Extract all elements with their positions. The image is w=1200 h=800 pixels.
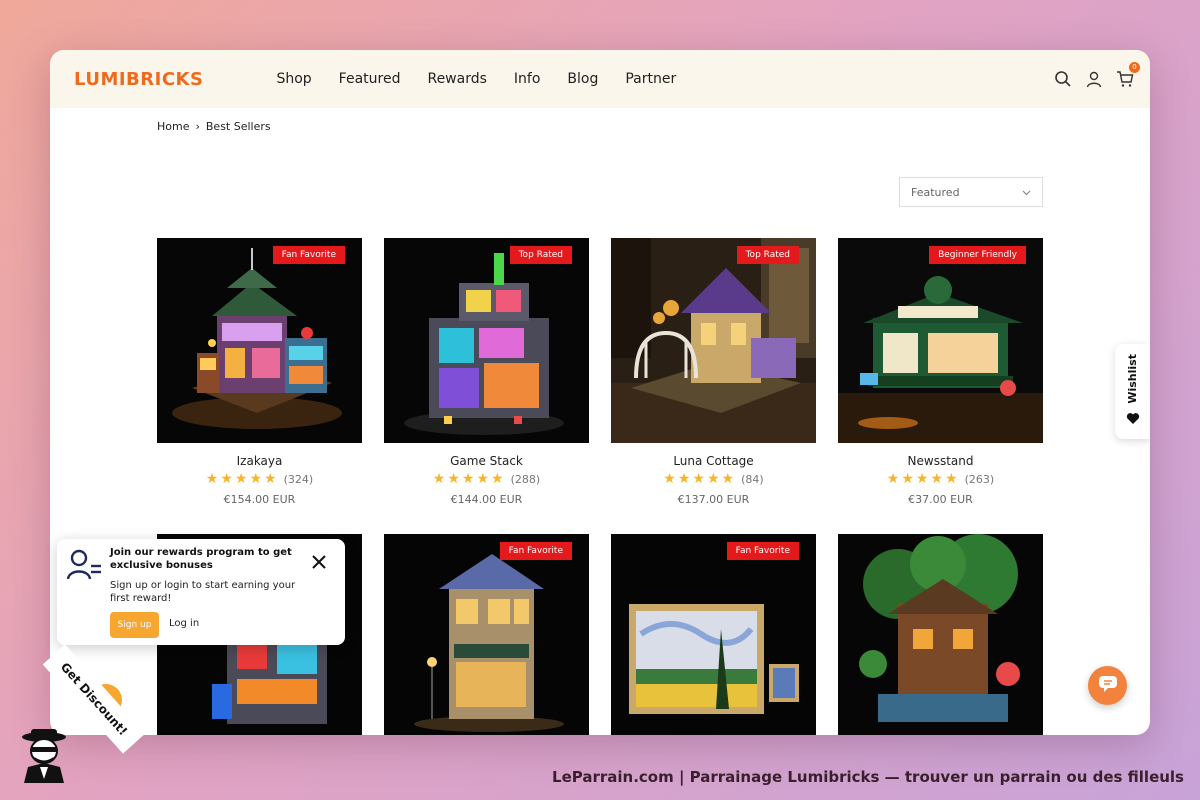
product-rating: ★ ★ ★ ★ ★ (288) [384, 472, 589, 486]
nav-info[interactable]: Info [514, 71, 541, 87]
wishlist-label: Wishlist [1126, 354, 1139, 404]
star-icon: ★ [901, 471, 914, 487]
chat-button[interactable] [1088, 666, 1127, 705]
heart-icon [1126, 410, 1140, 429]
star-icon: ★ [432, 471, 446, 487]
star-icon: ★ [205, 471, 219, 487]
cart-count-badge: 0 [1129, 62, 1140, 73]
cart-icon[interactable]: 0 [1116, 62, 1140, 88]
star-icon: ★ [706, 471, 720, 487]
breadcrumb-home[interactable]: Home [157, 120, 189, 133]
rewards-popup: Join our rewards program to get exclusiv… [57, 539, 345, 645]
star-icon: ★ [234, 471, 248, 487]
star-icon: ★ [249, 471, 263, 487]
site-header: LUMIBRICKS Shop Featured Rewards Info Bl… [50, 50, 1150, 108]
product-rating: ★ ★ ★ ★ ★ (263) [838, 472, 1043, 486]
product-image[interactable]: Fan Favorite [384, 534, 589, 735]
product-price: €137.00 EUR [677, 493, 750, 506]
nav-blog[interactable]: Blog [567, 71, 598, 87]
library-store-illustration [384, 534, 589, 735]
popup-title: Join our rewards program to get exclusiv… [110, 547, 292, 571]
chevron-down-icon [1022, 186, 1031, 199]
brand-logo[interactable]: LUMIBRICKS [74, 69, 203, 90]
sort-select[interactable]: Featured [899, 177, 1043, 207]
breadcrumb-separator: › [195, 120, 200, 133]
user-icon[interactable] [1085, 70, 1103, 88]
wishlist-tab[interactable]: Wishlist [1115, 344, 1150, 439]
product-badge: Fan Favorite [272, 246, 345, 264]
nav-featured[interactable]: Featured [339, 71, 401, 87]
izakaya-illustration [157, 238, 362, 443]
star-icon: ★ [677, 471, 691, 487]
jungle-treehouse-illustration [838, 534, 1043, 735]
review-count: (288) [510, 472, 541, 486]
luna-cottage-illustration [611, 238, 816, 443]
product-name[interactable]: Luna Cottage [611, 454, 816, 468]
review-count: (84) [741, 472, 764, 486]
product-card[interactable] [838, 534, 1043, 735]
product-image[interactable] [838, 534, 1043, 735]
product-image[interactable]: Top Rated [611, 238, 816, 443]
main-nav: Shop Featured Rewards Info Blog Partner [276, 71, 676, 87]
product-card[interactable]: Fan Favorite [611, 534, 816, 735]
product-name[interactable]: Game Stack [384, 454, 589, 468]
product-rating: ★ ★ ★ ★ ★ (324) [157, 472, 362, 486]
sort-selected-value: Featured [911, 185, 960, 199]
star-icon: ★ [692, 471, 705, 487]
nav-shop[interactable]: Shop [276, 71, 311, 87]
product-card[interactable]: Top Rated Luna Cottage ★ ★ ★ ★ ★ (84) €137.0… [611, 238, 816, 506]
product-image[interactable]: Beginner Friendly [838, 238, 1043, 443]
newsstand-illustration [838, 238, 1043, 443]
review-count: (324) [283, 472, 314, 486]
star-icon: ★ [447, 471, 460, 487]
product-badge: Beginner Friendly [929, 246, 1026, 264]
search-icon[interactable] [1054, 70, 1072, 88]
product-price: €144.00 EUR [450, 493, 523, 506]
product-card[interactable]: Beginner Friendly Newsstand ★ ★ ★ ★ ★ (263) … [838, 238, 1043, 506]
star-icon: ★ [945, 471, 958, 487]
game-stack-illustration [384, 238, 589, 443]
nav-partner[interactable]: Partner [625, 71, 676, 87]
user-rewards-icon [66, 549, 103, 581]
product-card[interactable]: Fan Favorite [384, 534, 589, 735]
star-icon: ★ [915, 471, 929, 487]
star-icon: ★ [220, 471, 233, 487]
signup-button[interactable]: Sign up [110, 612, 159, 638]
star-icon: ★ [264, 471, 277, 487]
breadcrumb-current: Best Sellers [205, 120, 271, 133]
product-name[interactable]: Newsstand [838, 454, 1043, 468]
star-icon: ★ [886, 471, 900, 487]
star-icon: ★ [491, 471, 504, 487]
product-badge: Top Rated [509, 246, 572, 264]
product-badge: Fan Favorite [499, 542, 572, 560]
breadcrumb: Home › Best Sellers [157, 120, 271, 133]
product-image[interactable]: Fan Favorite [611, 534, 816, 735]
product-price: €154.00 EUR [223, 493, 296, 506]
product-card[interactable]: Top Rated Game Stack ★ ★ ★ ★ ★ (288) €144.00… [384, 238, 589, 506]
star-icon: ★ [721, 471, 735, 487]
starry-painting-illustration [611, 534, 816, 735]
star-icon: ★ [476, 471, 490, 487]
product-name[interactable]: Izakaya [157, 454, 362, 468]
review-count: (263) [964, 472, 995, 486]
footer-caption: LeParrain.com | Parrainage Lumibricks — … [552, 768, 1184, 786]
product-price: €37.00 EUR [908, 493, 973, 506]
product-badge: Top Rated [736, 246, 799, 264]
star-icon: ★ [461, 471, 475, 487]
close-icon[interactable] [312, 554, 326, 569]
star-icon: ★ [663, 471, 676, 487]
mascot-logo [22, 729, 66, 783]
product-rating: ★ ★ ★ ★ ★ (84) [611, 472, 816, 486]
product-badge: Fan Favorite [726, 542, 799, 560]
header-icons: 0 [1054, 62, 1140, 88]
popup-body: Sign up or login to start earning your f… [110, 580, 296, 604]
product-image[interactable]: Fan Favorite [157, 238, 362, 443]
product-card[interactable]: Fan Favorite Izakaya ★ ★ ★ ★ ★ (324) €154.00… [157, 238, 362, 506]
product-image[interactable]: Top Rated [384, 238, 589, 443]
nav-rewards[interactable]: Rewards [427, 71, 486, 87]
chat-icon [1098, 675, 1118, 697]
login-link[interactable]: Log in [169, 618, 199, 629]
star-icon: ★ [930, 471, 944, 487]
